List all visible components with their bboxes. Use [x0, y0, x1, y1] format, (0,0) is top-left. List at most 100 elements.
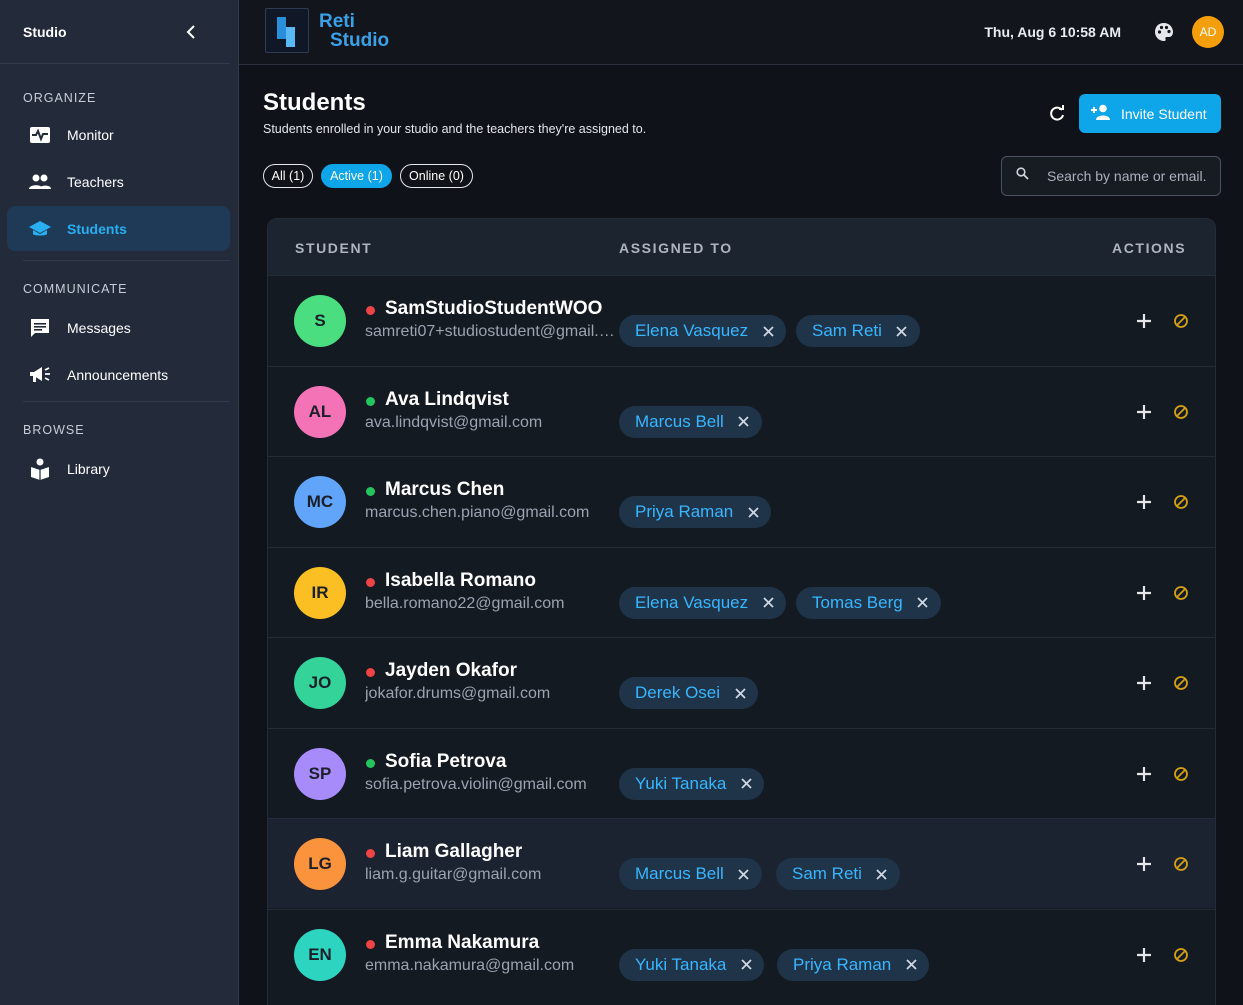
column-header-assigned-to: ASSIGNED TO [619, 240, 733, 256]
add-teacher-icon[interactable] [1135, 674, 1153, 692]
filter-chip-online[interactable]: Online (0) [400, 164, 473, 188]
student-avatar: EN [294, 928, 346, 981]
table-row[interactable]: EN Emma Nakamura emma.nakamura@gmail.com Yu… [268, 908, 1215, 999]
block-student-icon[interactable] [1172, 584, 1190, 602]
table-row[interactable]: IR Isabella Romano bella.romano22@gmail.co… [268, 546, 1215, 637]
teacher-tag-label: Priya Raman [635, 502, 734, 521]
sidebar-item-students[interactable]: Students [7, 206, 230, 251]
offline-status-dot [366, 306, 375, 315]
sidebar-item-teachers[interactable]: Teachers [7, 159, 230, 204]
section-communicate: COMMUNICATE [23, 282, 128, 296]
student-name: Sofia Petrova [385, 750, 507, 772]
page-subtitle: Students enrolled in your studio and the… [263, 122, 647, 136]
remove-teacher-icon[interactable] [762, 597, 774, 609]
sidebar-item-label: Announcements [67, 366, 169, 383]
invite-student-button[interactable]: Invite Student [1079, 94, 1221, 133]
search-box[interactable] [1001, 156, 1221, 196]
teacher-tag: Sam Reti [776, 858, 900, 890]
user-avatar[interactable]: AD [1192, 16, 1224, 48]
add-person-icon [1090, 104, 1112, 123]
search-input[interactable] [1047, 168, 1217, 184]
logo-text: Reti Studio [319, 12, 389, 50]
table-row[interactable]: LG Liam Gallagher liam.g.guitar@gmail.com M… [268, 818, 1215, 908]
teacher-tag-label: Priya Raman [793, 954, 892, 974]
add-teacher-icon[interactable] [1135, 312, 1153, 330]
remove-teacher-icon[interactable] [762, 325, 774, 337]
offline-status-dot [366, 577, 375, 587]
offline-status-dot [366, 849, 375, 858]
add-teacher-icon[interactable] [1135, 946, 1153, 964]
app-logo[interactable]: Reti Studio [265, 8, 389, 53]
table-row[interactable]: S SamStudioStudentWOO samreti07+studiostud… [268, 275, 1215, 365]
teacher-tag: Priya Raman [619, 496, 772, 528]
add-teacher-icon[interactable] [1135, 855, 1153, 873]
remove-teacher-icon[interactable] [747, 506, 759, 518]
remove-teacher-icon[interactable] [896, 325, 908, 337]
student-avatar: MC [294, 476, 346, 528]
teacher-tag: Derek Osei [619, 677, 759, 709]
teacher-tag: Elena Vasquez [619, 586, 787, 619]
teacher-tag: Elena Vasquez [619, 315, 787, 347]
filter-chip-all[interactable]: All (1) [263, 164, 313, 188]
people-icon [29, 171, 51, 193]
student-avatar: LG [294, 838, 346, 890]
section-organize: ORGANIZE [23, 91, 97, 105]
sidebar-item-monitor[interactable]: Monitor [7, 112, 230, 157]
datetime: Thu, Aug 6 10:58 AM [984, 24, 1121, 40]
filter-chip-active[interactable]: Active (1) [321, 164, 392, 188]
student-avatar: IR [294, 566, 346, 619]
student-email: bella.romano22@gmail.com [365, 594, 565, 612]
online-status-dot [366, 758, 375, 768]
remove-teacher-icon[interactable] [738, 416, 750, 428]
teacher-tag-label: Elena Vasquez [635, 592, 749, 612]
remove-teacher-icon[interactable] [734, 687, 746, 699]
sidebar-item-label: Monitor [67, 126, 114, 143]
sidebar-item-library[interactable]: Library [7, 446, 230, 491]
sidebar-item-messages[interactable]: Messages [7, 305, 230, 350]
table-row[interactable]: AL Ava Lindqvist ava.lindqvist@gmail.com Ma… [268, 365, 1215, 456]
add-teacher-icon[interactable] [1135, 765, 1153, 783]
online-status-dot [366, 396, 375, 406]
sidebar-item-announcements[interactable]: Announcements [7, 352, 230, 397]
teacher-tag-label: Marcus Bell [635, 864, 724, 883]
megaphone-icon [29, 364, 51, 386]
add-teacher-icon[interactable] [1135, 403, 1153, 421]
remove-teacher-icon[interactable] [917, 597, 929, 609]
collapse-sidebar-icon[interactable] [182, 23, 200, 41]
palette-icon[interactable] [1154, 22, 1174, 42]
student-name: Isabella Romano [385, 569, 536, 591]
table-row[interactable]: SP Sofia Petrova sofia.petrova.violin@gmai… [268, 727, 1215, 818]
refresh-icon[interactable] [1047, 104, 1067, 124]
sidebar: Studio ORGANIZE Monitor Teachers Student… [0, 0, 239, 1005]
remove-teacher-icon[interactable] [740, 959, 752, 971]
block-student-icon[interactable] [1172, 855, 1190, 873]
table-row[interactable]: JO Jayden Okafor jokafor.drums@gmail.com De… [268, 637, 1215, 727]
student-avatar: SP [294, 747, 346, 800]
sidebar-header: Studio [0, 0, 230, 64]
remove-teacher-icon[interactable] [905, 959, 917, 971]
add-teacher-icon[interactable] [1135, 584, 1153, 602]
teacher-tag-label: Yuki Tanaka [635, 773, 727, 793]
remove-teacher-icon[interactable] [738, 868, 750, 880]
search-icon [1016, 167, 1029, 185]
block-student-icon[interactable] [1172, 403, 1190, 421]
sidebar-item-label: Library [67, 460, 110, 477]
teacher-tag: Tomas Berg [796, 586, 941, 619]
block-student-icon[interactable] [1172, 493, 1190, 511]
teacher-tag-label: Tomas Berg [812, 592, 903, 612]
page-title: Students [263, 89, 366, 116]
block-student-icon[interactable] [1172, 674, 1190, 692]
sidebar-item-label: Students [67, 220, 127, 237]
block-student-icon[interactable] [1172, 312, 1190, 330]
remove-teacher-icon[interactable] [740, 778, 752, 790]
online-status-dot [366, 487, 375, 496]
column-header-actions: ACTIONS [1112, 240, 1187, 256]
block-student-icon[interactable] [1172, 765, 1190, 783]
add-teacher-icon[interactable] [1135, 493, 1153, 511]
offline-status-dot [366, 939, 375, 949]
teacher-tag: Marcus Bell [619, 858, 762, 890]
table-row[interactable]: MC Marcus Chen marcus.chen.piano@gmail.com… [268, 456, 1215, 546]
teacher-tag: Yuki Tanaka [619, 948, 765, 981]
block-student-icon[interactable] [1172, 946, 1190, 964]
remove-teacher-icon[interactable] [876, 868, 888, 880]
